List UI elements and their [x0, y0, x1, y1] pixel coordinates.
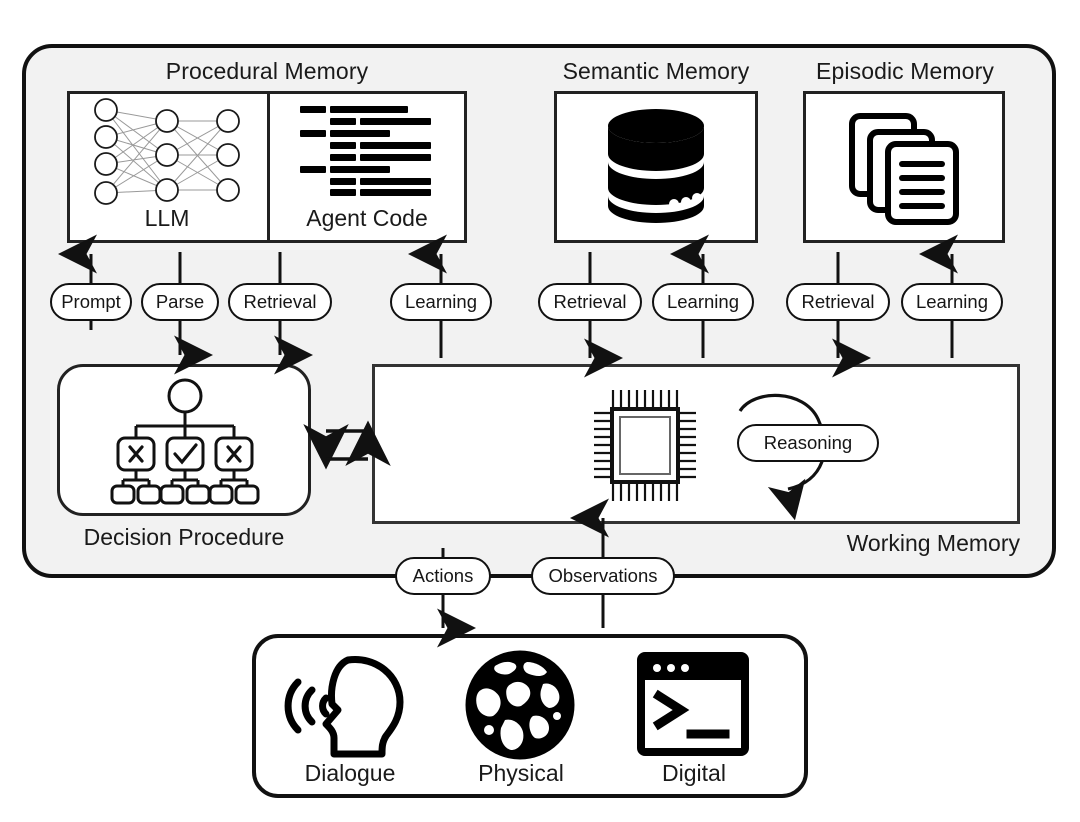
section-title-procedural-memory: Procedural Memory — [165, 58, 369, 84]
env-caption-physical: Physical — [478, 760, 564, 786]
connector-pill-parse[interactable]: Parse — [141, 283, 219, 321]
decision-tree-icon — [110, 378, 260, 505]
io-pill-actions[interactable]: Actions — [395, 557, 491, 595]
code-lines-icon — [300, 104, 440, 196]
diagram-canvas: Procedural Memory Semantic Memory Episod… — [0, 0, 1080, 822]
connector-pill-prompt[interactable]: Prompt — [50, 283, 132, 321]
section-title-episodic-memory: Episodic Memory — [816, 58, 994, 84]
globe-icon — [465, 650, 575, 760]
cpu-chip-icon — [592, 388, 702, 503]
reasoning-pill[interactable]: Reasoning — [737, 424, 879, 462]
working-memory-label: Working Memory — [846, 530, 1020, 556]
module-caption-agent-code: Agent Code — [306, 205, 428, 231]
module-caption-llm: LLM — [144, 205, 190, 231]
speaking-head-icon — [272, 652, 412, 760]
io-pill-observations[interactable]: Observations — [531, 557, 675, 595]
connector-pill-learning-procedural[interactable]: Learning — [390, 283, 492, 321]
connector-pill-learning-semantic[interactable]: Learning — [652, 283, 754, 321]
env-caption-dialogue: Dialogue — [304, 760, 396, 786]
neural-network-icon — [82, 98, 252, 208]
connector-pill-retrieval-semantic[interactable]: Retrieval — [538, 283, 642, 321]
env-caption-digital: Digital — [662, 760, 726, 786]
procedural-memory-divider — [267, 91, 270, 243]
documents-stack-icon — [848, 112, 964, 225]
terminal-window-icon — [637, 652, 749, 756]
connector-pill-retrieval-procedural[interactable]: Retrieval — [228, 283, 332, 321]
connector-pill-learning-episodic[interactable]: Learning — [901, 283, 1003, 321]
connector-pill-retrieval-episodic[interactable]: Retrieval — [786, 283, 890, 321]
database-icon — [596, 106, 716, 228]
decision-procedure-label: Decision Procedure — [83, 524, 285, 550]
section-title-semantic-memory: Semantic Memory — [562, 58, 750, 84]
